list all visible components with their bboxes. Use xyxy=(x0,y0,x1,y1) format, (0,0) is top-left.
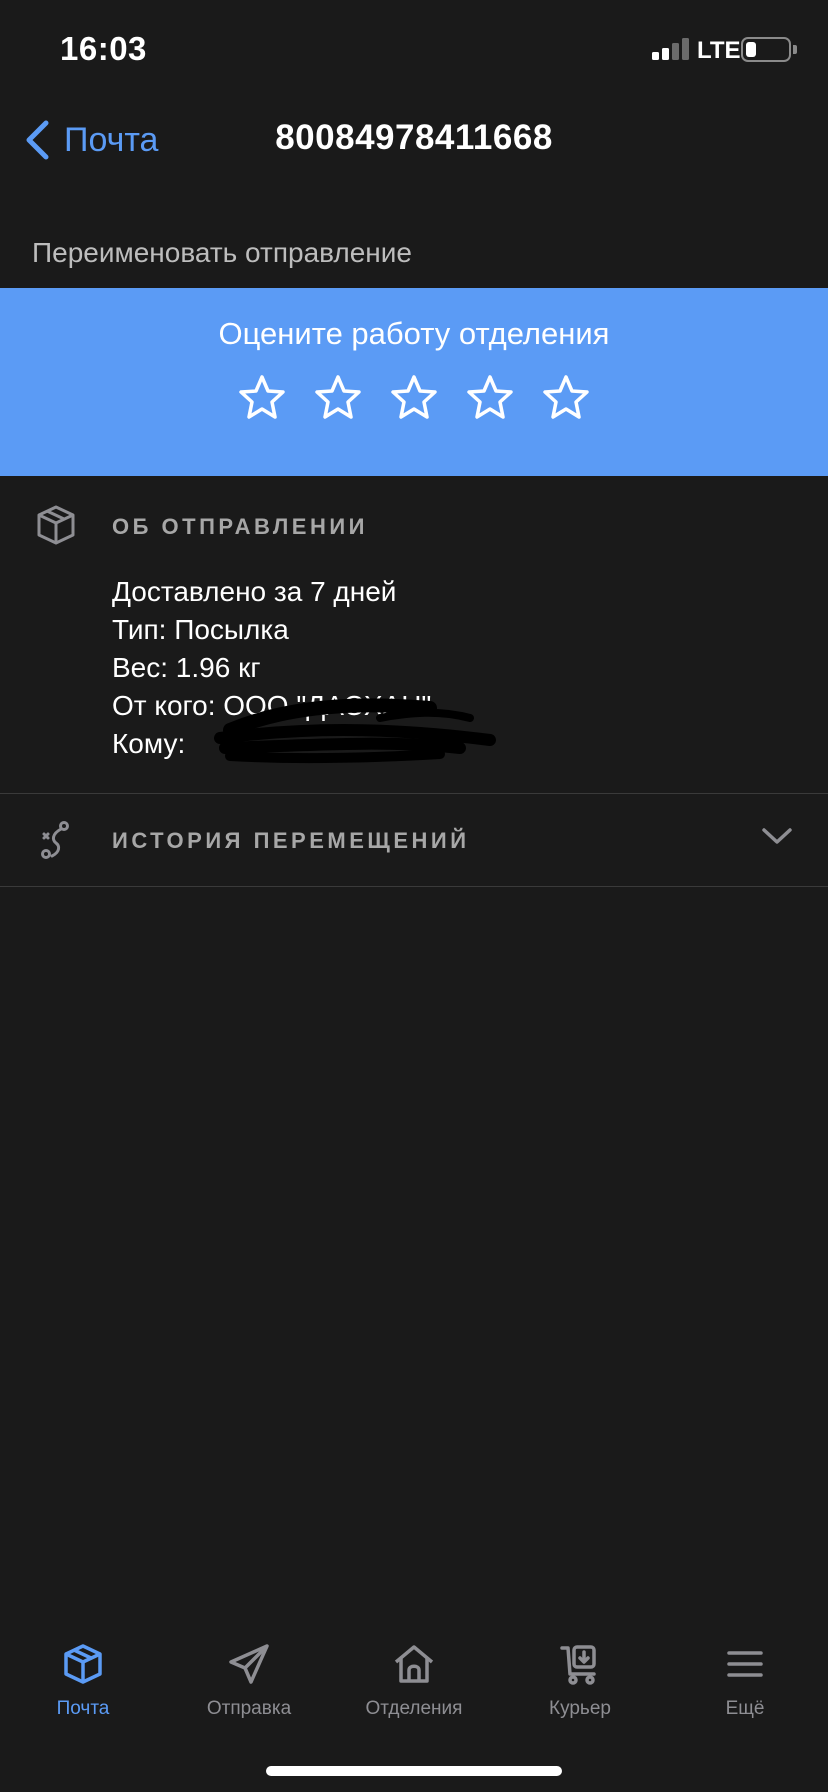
tab-bar: Почта Отправка Отделения Курьер Ещё xyxy=(0,1630,828,1750)
page-title: 80084978411668 xyxy=(275,118,553,157)
rating-title: Оцените работу отделения xyxy=(218,316,610,351)
star-icon[interactable] xyxy=(238,374,286,422)
courier-cart-icon xyxy=(560,1645,596,1685)
menu-icon xyxy=(727,1651,763,1677)
status-bar: 16:03 LTE xyxy=(0,0,828,100)
history-section-header: ИСТОРИЯ ПЕРЕМЕЩЕНИЙ xyxy=(112,828,470,853)
nav-bar: Почта 80084978411668 xyxy=(0,100,828,182)
star-icon[interactable] xyxy=(466,374,514,422)
tab-label: Отделения xyxy=(365,1698,463,1719)
battery-fill xyxy=(746,42,756,57)
tab-courier[interactable]: Курьер xyxy=(497,1630,663,1730)
chevron-down-icon xyxy=(762,828,792,844)
star-icon[interactable] xyxy=(390,374,438,422)
tab-send[interactable]: Отправка xyxy=(166,1630,332,1730)
detail-line: Вес: 1.96 кг xyxy=(112,652,261,683)
tab-offices[interactable]: Отделения xyxy=(331,1630,497,1730)
star-icon[interactable] xyxy=(314,374,362,422)
tab-label: Курьер xyxy=(549,1698,611,1719)
tab-label: Ещё xyxy=(725,1698,765,1719)
signal-bars-icon xyxy=(652,38,689,60)
battery-cap xyxy=(793,45,797,54)
detail-line: Доставлено за 7 дней xyxy=(112,576,397,607)
tab-mail[interactable]: Почта xyxy=(0,1630,166,1730)
detail-line: Тип: Посылка xyxy=(112,614,289,645)
movement-history-row[interactable]: ИСТОРИЯ ПЕРЕМЕЩЕНИЙ xyxy=(0,794,828,886)
tab-more[interactable]: Ещё xyxy=(662,1630,828,1730)
house-icon xyxy=(394,1645,434,1683)
route-icon xyxy=(41,821,69,859)
rename-shipment-link[interactable]: Переименовать отправление xyxy=(32,237,412,269)
network-type: LTE xyxy=(697,37,741,64)
redaction-scribble xyxy=(214,698,496,764)
divider xyxy=(0,886,828,887)
about-section-header: ОБ ОТПРАВЛЕНИИ xyxy=(112,514,368,539)
home-indicator xyxy=(266,1766,562,1776)
battery-icon xyxy=(741,37,791,62)
status-time: 16:03 xyxy=(60,30,147,67)
screen: 16:03 LTE Почта 80084978411668 Переимено… xyxy=(0,0,828,1792)
package-icon xyxy=(64,1644,102,1684)
tab-label: Почта xyxy=(56,1698,110,1719)
package-icon xyxy=(37,505,75,545)
tab-label: Отправка xyxy=(206,1698,292,1719)
send-icon xyxy=(229,1644,269,1684)
star-icon[interactable] xyxy=(542,374,590,422)
